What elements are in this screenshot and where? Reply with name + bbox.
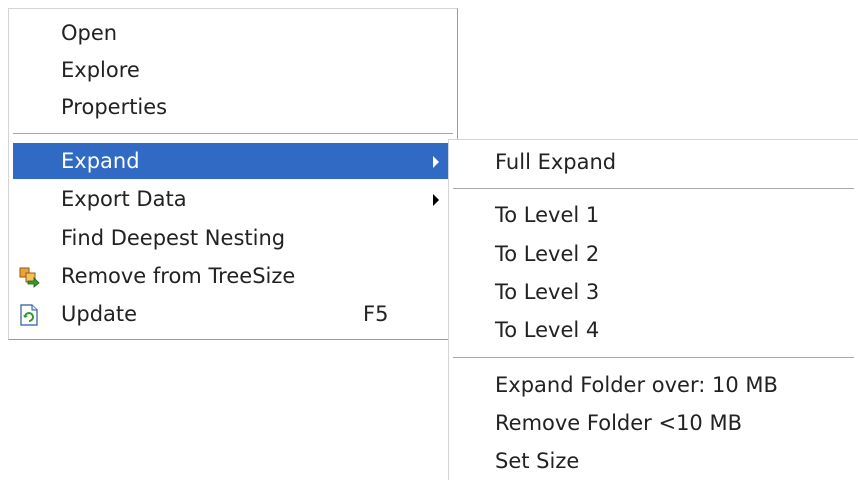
menu-item-open[interactable]: Open [13, 15, 453, 51]
submenu-arrow-icon [433, 194, 439, 206]
menu-separator [453, 357, 854, 359]
submenu-item-set-size[interactable]: Set Size [453, 443, 854, 479]
menu-item-label: Find Deepest Nesting [61, 226, 286, 250]
menu-item-label: Set Size [495, 449, 580, 473]
menu-item-label: To Level 3 [495, 280, 600, 304]
menu-item-label: Remove Folder <10 MB [495, 411, 742, 435]
menu-item-label: To Level 4 [495, 318, 600, 342]
update-icon [20, 304, 38, 326]
menu-item-find-deepest-nesting[interactable]: Find Deepest Nesting [13, 220, 453, 256]
menu-item-explore[interactable]: Explore [13, 52, 453, 88]
menu-item-properties[interactable]: Properties [13, 89, 453, 125]
menu-item-label: Export Data [61, 187, 187, 211]
menu-item-label: To Level 1 [495, 203, 600, 227]
menu-separator [453, 188, 854, 190]
remove-from-treesize-icon [19, 267, 40, 288]
menu-item-label: Expand Folder over: 10 MB [495, 373, 778, 397]
menu-separator [13, 133, 453, 135]
submenu-item-to-level-3[interactable]: To Level 3 [453, 274, 854, 310]
menu-item-label: Full Expand [495, 150, 617, 174]
menu-item-shortcut: F5 [363, 302, 389, 326]
menu-item-update[interactable]: Update F5 [13, 296, 453, 332]
submenu-arrow-icon [433, 156, 439, 168]
menu-item-remove-from-treesize[interactable]: Remove from TreeSize [13, 258, 453, 294]
submenu-item-to-level-2[interactable]: To Level 2 [453, 236, 854, 272]
submenu-item-to-level-1[interactable]: To Level 1 [453, 197, 854, 233]
menu-item-label: Explore [61, 58, 140, 82]
menu-item-export-data[interactable]: Export Data [13, 181, 453, 217]
expand-submenu: Full Expand To Level 1 To Level 2 To Lev… [448, 139, 858, 480]
submenu-item-to-level-4[interactable]: To Level 4 [453, 312, 854, 348]
menu-item-label: Open [61, 21, 118, 45]
menu-item-expand[interactable]: Expand [13, 143, 453, 179]
menu-item-label: To Level 2 [495, 242, 600, 266]
submenu-item-remove-folder-under[interactable]: Remove Folder <10 MB [453, 405, 854, 441]
menu-item-label: Properties [61, 95, 168, 119]
context-menu: Open Explore Properties Expand Export Da… [8, 8, 458, 340]
submenu-item-full-expand[interactable]: Full Expand [453, 144, 854, 180]
menu-item-label: Update [61, 302, 138, 326]
submenu-item-expand-folder-over[interactable]: Expand Folder over: 10 MB [453, 367, 854, 403]
menu-item-label: Remove from TreeSize [61, 264, 296, 288]
menu-item-label: Expand [61, 149, 140, 173]
